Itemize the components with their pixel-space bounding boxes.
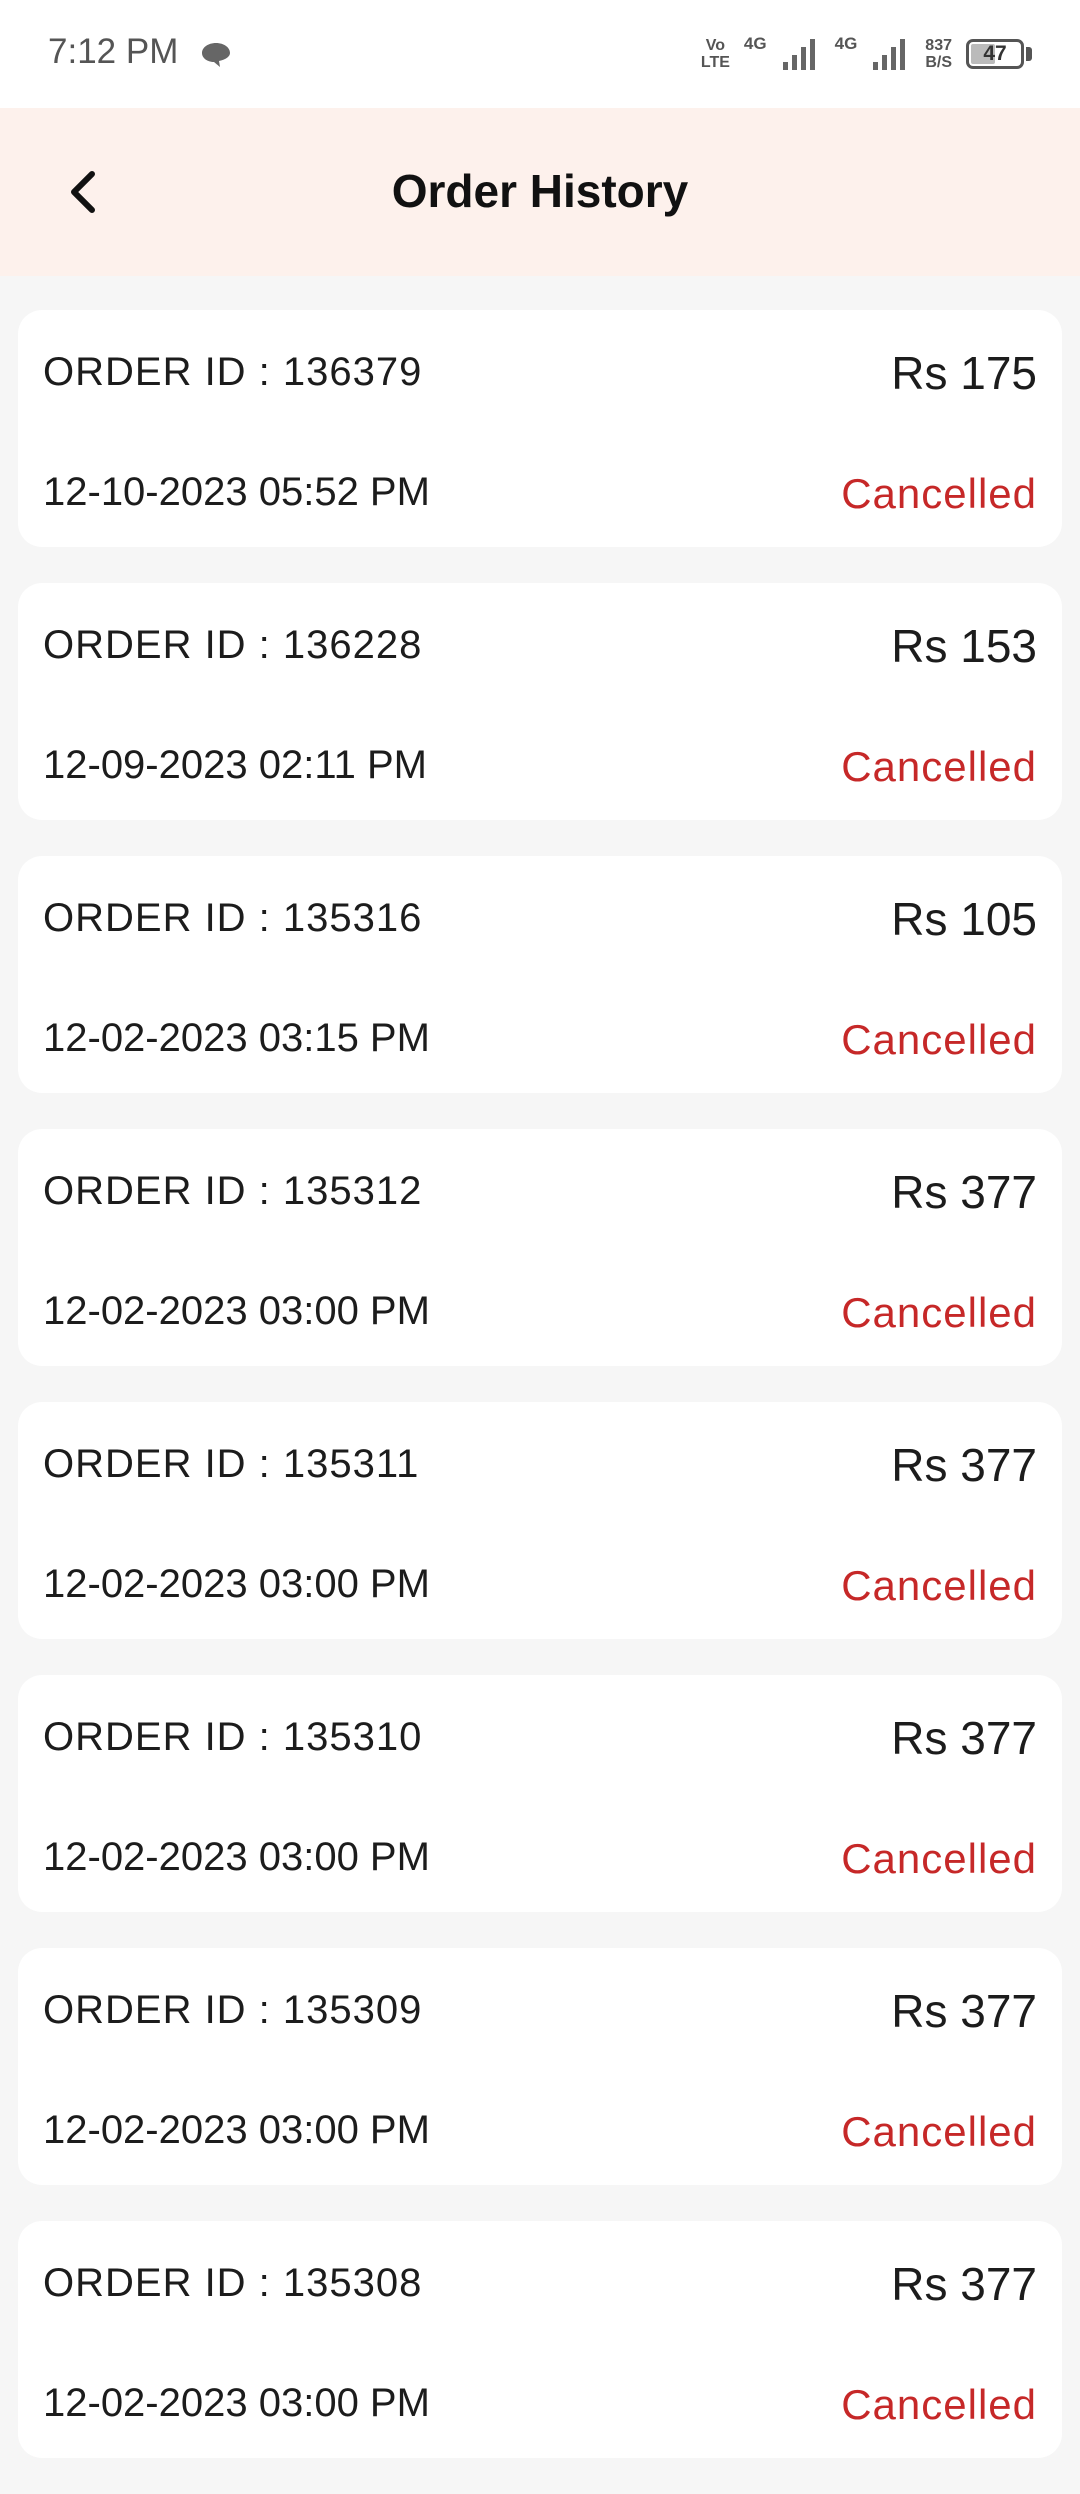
order-amount: Rs 377 [891,1166,1037,1218]
order-id: ORDER ID : 135310 [43,1715,423,1759]
order-id: ORDER ID : 135316 [43,896,423,940]
order-date: 12-02-2023 03:00 PM [43,1835,430,1879]
order-status: Cancelled [841,743,1037,790]
order-amount: Rs 175 [891,347,1037,399]
network-type-2: 4G [834,34,858,53]
order-date: 12-02-2023 03:00 PM [43,1562,430,1606]
signal-strength-icon [873,39,906,70]
order-card[interactable]: ORDER ID : 135311 Rs 377 12-02-2023 03:0… [18,1402,1062,1639]
order-id: ORDER ID : 136228 [43,623,423,667]
order-id: ORDER ID : 135312 [43,1169,423,1213]
order-card[interactable]: ORDER ID : 136228 Rs 153 12-09-2023 02:1… [18,583,1062,820]
order-date: 12-02-2023 03:00 PM [43,1289,430,1333]
order-id: ORDER ID : 136379 [43,350,423,394]
order-amount: Rs 377 [891,1439,1037,1491]
order-date: 12-10-2023 05:52 PM [43,470,430,514]
order-date: 12-02-2023 03:15 PM [43,1016,430,1060]
order-card[interactable]: ORDER ID : 135312 Rs 377 12-02-2023 03:0… [18,1129,1062,1366]
order-amount: Rs 153 [891,620,1037,672]
order-status: Cancelled [841,2381,1037,2428]
order-status: Cancelled [841,1835,1037,1882]
order-date: 12-09-2023 02:11 PM [43,743,427,787]
volte-icon: Vo LTE [700,37,730,71]
status-time: 7:12 PM [48,32,179,71]
order-status: Cancelled [841,470,1037,517]
signal-strength-icon [782,39,815,70]
order-status: Cancelled [841,2108,1037,2155]
order-status: Cancelled [841,1016,1037,1063]
status-icons: Vo LTE 4G 4G 837 B/S 47 [701,30,1032,78]
order-status: Cancelled [841,1289,1037,1336]
order-card[interactable]: ORDER ID : 135308 Rs 377 12-02-2023 03:0… [18,2221,1062,2458]
order-date: 12-02-2023 03:00 PM [43,2381,430,2425]
battery-tip [1026,47,1032,61]
order-id: ORDER ID : 135311 [43,1442,420,1486]
order-card[interactable]: ORDER ID : 135309 Rs 377 12-02-2023 03:0… [18,1948,1062,2185]
order-status: Cancelled [841,1562,1037,1609]
battery-icon: 47 [966,39,1024,69]
order-amount: Rs 377 [891,2258,1037,2310]
order-card[interactable]: ORDER ID : 135310 Rs 377 12-02-2023 03:0… [18,1675,1062,1912]
network-type-1: 4G [743,34,767,53]
order-id: ORDER ID : 135309 [43,1988,423,2032]
battery-level: 47 [983,42,1007,65]
page-title: Order History [391,165,689,217]
network-speed: 837 B/S [925,37,952,71]
order-amount: Rs 377 [891,1985,1037,2037]
order-card[interactable]: ORDER ID : 135316 Rs 105 12-02-2023 03:1… [18,856,1062,1093]
chat-bubble-icon [202,43,230,67]
app-header: Order History [0,108,1080,276]
order-id: ORDER ID : 135308 [43,2261,423,2305]
order-list: ORDER ID : 136379 Rs 175 12-10-2023 05:5… [18,310,1062,2494]
order-amount: Rs 377 [891,1712,1037,1764]
status-bar: 7:12 PM Vo LTE 4G 4G 837 B/S 47 [0,0,1080,108]
order-date: 12-02-2023 03:00 PM [43,2108,430,2152]
order-amount: Rs 105 [891,893,1037,945]
order-card[interactable]: ORDER ID : 136379 Rs 175 12-10-2023 05:5… [18,310,1062,547]
